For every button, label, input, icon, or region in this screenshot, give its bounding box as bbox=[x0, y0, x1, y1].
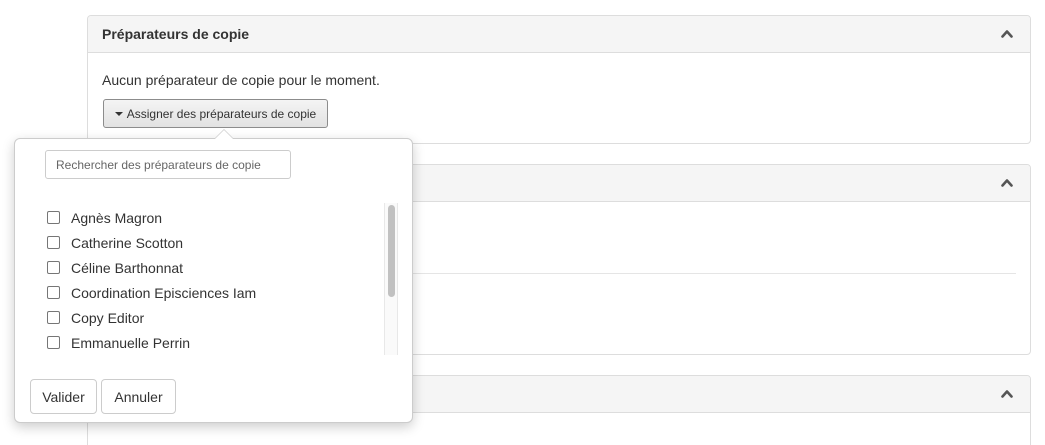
assign-copyeditors-button[interactable]: Assigner des préparateurs de copie bbox=[103, 99, 328, 128]
chevron-up-icon[interactable] bbox=[1001, 178, 1013, 187]
checkbox[interactable] bbox=[47, 311, 60, 324]
list-item[interactable]: Agnès Magron bbox=[47, 205, 397, 230]
list-item[interactable]: Copy Editor bbox=[47, 305, 397, 330]
copyeditor-name: Agnès Magron bbox=[71, 209, 163, 226]
copyeditors-panel: Préparateurs de copie Aucun préparateur … bbox=[87, 15, 1031, 144]
assign-copyeditors-popover: Agnès Magron Catherine Scotton Céline Ba… bbox=[14, 129, 413, 423]
copyeditor-name: Emmanuelle Perrin bbox=[71, 334, 191, 351]
chevron-up-icon[interactable] bbox=[1001, 389, 1013, 398]
caret-down-icon bbox=[114, 111, 123, 116]
page: Préparateurs de copie Aucun préparateur … bbox=[0, 0, 1045, 445]
assign-copyeditors-label: Assigner des préparateurs de copie bbox=[126, 106, 317, 121]
chevron-up-icon[interactable] bbox=[1001, 29, 1013, 38]
panel-title: Préparateurs de copie bbox=[102, 26, 250, 42]
checkbox[interactable] bbox=[47, 286, 60, 299]
copyeditors-panel-heading[interactable]: Préparateurs de copie bbox=[88, 16, 1030, 53]
copyeditor-search-input[interactable] bbox=[45, 150, 291, 179]
copyeditor-name: Céline Barthonnat bbox=[71, 259, 184, 276]
checkbox[interactable] bbox=[47, 261, 60, 274]
list-item[interactable]: Catherine Scotton bbox=[47, 230, 397, 255]
copyeditor-name: Copy Editor bbox=[71, 309, 145, 326]
validate-button[interactable]: Valider bbox=[30, 379, 97, 414]
checkbox[interactable] bbox=[47, 336, 60, 349]
checkbox[interactable] bbox=[47, 236, 60, 249]
cancel-button[interactable]: Annuler bbox=[101, 379, 176, 414]
list-item[interactable]: Emmanuelle Perrin bbox=[47, 330, 397, 355]
popover-arrow-fill bbox=[215, 130, 233, 139]
list-item[interactable]: Céline Barthonnat bbox=[47, 255, 397, 280]
checkbox[interactable] bbox=[47, 211, 60, 224]
copyeditor-name: Coordination Episciences Iam bbox=[71, 284, 257, 301]
copyeditor-list: Agnès Magron Catherine Scotton Céline Ba… bbox=[47, 205, 397, 355]
list-scrollbar[interactable] bbox=[384, 203, 398, 355]
list-item[interactable]: Coordination Episciences Iam bbox=[47, 280, 397, 305]
scrollbar-thumb[interactable] bbox=[388, 205, 395, 297]
copyeditor-name: Catherine Scotton bbox=[71, 234, 184, 251]
no-copyeditors-text: Aucun préparateur de copie pour le momen… bbox=[102, 72, 380, 88]
